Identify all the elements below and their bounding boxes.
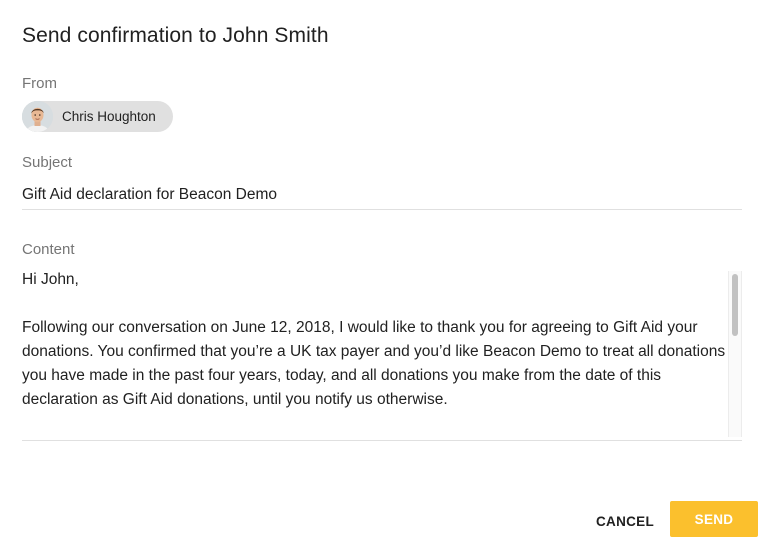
- content-body-paragraph: Following our conversation on June 12, 2…: [22, 319, 726, 408]
- content-text: Hi John, Following our conversation on J…: [22, 268, 728, 436]
- content-greeting: Hi John,: [22, 271, 79, 288]
- person-avatar-icon: [22, 101, 53, 132]
- cancel-button[interactable]: CANCEL: [588, 508, 662, 534]
- subject-label: Subject: [22, 154, 73, 171]
- send-button[interactable]: SEND: [670, 501, 758, 537]
- dialog-title: Send confirmation to John Smith: [22, 24, 329, 47]
- sender-name: Chris Houghton: [62, 109, 156, 124]
- subject-field[interactable]: Gift Aid declaration for Beacon Demo: [22, 180, 742, 210]
- content-label: Content: [22, 241, 75, 258]
- scrollbar-thumb[interactable]: [732, 274, 738, 336]
- send-confirmation-dialog: Send confirmation to John Smith From Chr…: [0, 0, 764, 544]
- subject-value: Gift Aid declaration for Beacon Demo: [22, 186, 278, 203]
- sender-chip[interactable]: Chris Houghton: [22, 101, 173, 132]
- content-textarea[interactable]: Hi John, Following our conversation on J…: [22, 268, 742, 441]
- from-label: From: [22, 75, 57, 92]
- content-scrollbar[interactable]: [728, 271, 742, 437]
